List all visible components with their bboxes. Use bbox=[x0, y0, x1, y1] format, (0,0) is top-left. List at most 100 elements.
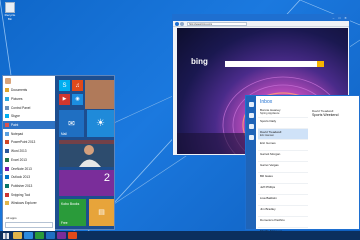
app-icon bbox=[5, 88, 9, 93]
start-app-item[interactable]: Outlook 2013 bbox=[3, 173, 55, 182]
tile-weather[interactable]: ☀ bbox=[87, 110, 114, 137]
tile-video[interactable]: ▶ bbox=[59, 94, 70, 105]
mail-sender: Bill Gates bbox=[260, 174, 273, 178]
sports-photo bbox=[59, 140, 114, 167]
mail-sender: Domenico Pacifico bbox=[260, 218, 285, 222]
start-app-item[interactable]: Skype bbox=[3, 112, 55, 121]
store-caption: Free bbox=[61, 221, 68, 225]
app-icon bbox=[5, 123, 9, 128]
windows-logo-icon bbox=[3, 232, 9, 239]
start-app-label: Outlook 2013 bbox=[11, 175, 30, 180]
start-app-item[interactable]: Word 2013 bbox=[3, 147, 55, 156]
start-app-label: Control Panel bbox=[11, 105, 31, 110]
app-icon bbox=[5, 149, 9, 154]
start-app-item[interactable]: Control Panel bbox=[3, 103, 55, 112]
mail-preview: Eric Hansen bbox=[260, 134, 275, 137]
book-icon: ▤ bbox=[98, 209, 105, 216]
bing-search-button[interactable] bbox=[317, 61, 324, 67]
mail-sender: Jim Bradley bbox=[260, 207, 276, 211]
url-input[interactable]: http://www.bing.com bbox=[187, 21, 247, 26]
mail-app-window[interactable]: Inbox Bonnie Heaney Spring Appliance Sport… bbox=[245, 95, 360, 239]
mail-sender: Lisa Baldwin bbox=[260, 196, 277, 200]
tile-mail[interactable]: ✉ Mail bbox=[59, 110, 84, 137]
bing-search-input[interactable] bbox=[225, 61, 317, 67]
mail-list-item[interactable]: Domenico Pacifico bbox=[258, 217, 308, 228]
back-icon[interactable] bbox=[175, 21, 179, 26]
tile-photos[interactable]: ◉ bbox=[72, 94, 83, 105]
tile-books[interactable]: ▤ bbox=[89, 199, 114, 226]
store-app-text: Kobo Books bbox=[61, 202, 80, 206]
start-app-item[interactable]: Documents bbox=[3, 86, 55, 95]
mail-reading-pane: David Treadwell Sports Weekend bbox=[310, 107, 359, 227]
calendar-number: 2 bbox=[103, 172, 110, 184]
mail-list-item[interactable]: Jeff Phillips bbox=[258, 184, 308, 195]
taskbar-store[interactable] bbox=[35, 232, 44, 239]
tile-calendar[interactable]: 2 bbox=[59, 170, 114, 196]
start-app-item[interactable]: PowerPoint 2013 bbox=[3, 138, 55, 147]
all-apps-link[interactable]: All apps bbox=[6, 216, 17, 220]
mail-folder-title: Inbox bbox=[260, 99, 273, 105]
mail-icon[interactable] bbox=[248, 102, 254, 107]
start-search-input[interactable] bbox=[5, 222, 53, 228]
app-icon bbox=[5, 105, 9, 110]
mail-list-item[interactable]: Garrett Morgan bbox=[258, 151, 308, 162]
start-app-label: OneNote 2013 bbox=[11, 166, 32, 171]
mail-list-item[interactable]: Eric Gomes bbox=[258, 140, 308, 151]
start-app-label: Excel 2013 bbox=[11, 157, 27, 162]
start-app-item[interactable]: OneNote 2013 bbox=[3, 164, 55, 173]
camera-icon: ◉ bbox=[75, 96, 80, 102]
app-icon bbox=[5, 131, 9, 136]
tile-people[interactable] bbox=[85, 80, 114, 109]
headphones-icon: ♫ bbox=[75, 82, 80, 89]
start-app-item[interactable]: Paint bbox=[3, 120, 55, 130]
start-app-item[interactable]: Pictures bbox=[3, 95, 55, 104]
start-menu: Documents Pictures Control Panel Skype Paint… bbox=[2, 75, 115, 231]
maximize-icon[interactable]: □ bbox=[337, 16, 342, 20]
tile-sports[interactable] bbox=[59, 140, 114, 167]
bing-logo: bing bbox=[191, 57, 208, 66]
start-button[interactable] bbox=[1, 232, 11, 239]
app-icon bbox=[5, 192, 9, 197]
mail-list-item[interactable]: Garret Vargas bbox=[258, 162, 308, 173]
start-app-item[interactable]: Snipping Tool bbox=[3, 190, 55, 199]
start-app-list: Documents Pictures Control Panel Skype Paint… bbox=[3, 76, 55, 231]
mail-list-item[interactable]: David Treadwell Eric Hansen bbox=[258, 129, 308, 140]
app-icon bbox=[5, 157, 9, 162]
mail-list-item[interactable]: Bonnie Heaney Spring Appliance bbox=[258, 107, 308, 118]
user-account[interactable] bbox=[3, 76, 55, 86]
recycle-bin-icon[interactable]: Recycle Bin bbox=[3, 2, 17, 21]
tile-music[interactable]: ♫ bbox=[72, 80, 83, 91]
close-icon[interactable]: ✕ bbox=[343, 16, 348, 20]
taskbar-mail[interactable] bbox=[46, 232, 55, 239]
tile-mail-label: Mail bbox=[61, 132, 67, 136]
mail-sender: Eric Gomes bbox=[260, 141, 276, 145]
taskbar-explorer[interactable] bbox=[13, 232, 22, 239]
play-icon: ▶ bbox=[62, 96, 67, 102]
mail-list-item[interactable]: Lisa Baldwin bbox=[258, 195, 308, 206]
start-app-label: Word 2013 bbox=[11, 149, 27, 154]
taskbar-ie[interactable] bbox=[24, 232, 33, 239]
mail-list-item[interactable]: Jim Bradley bbox=[258, 206, 308, 217]
taskbar bbox=[0, 231, 360, 240]
folder-icon[interactable] bbox=[248, 113, 254, 118]
forward-icon[interactable] bbox=[180, 21, 184, 26]
mail-list-item[interactable]: Bill Gates bbox=[258, 173, 308, 184]
app-icon bbox=[5, 183, 9, 188]
tile-store[interactable]: Kobo Books Free bbox=[59, 199, 86, 226]
mail-list-item[interactable]: Sports Daily bbox=[258, 118, 308, 129]
minimize-icon[interactable]: – bbox=[331, 16, 336, 20]
app-items: Documents Pictures Control Panel Skype Paint… bbox=[3, 86, 55, 208]
start-app-item[interactable]: Windows Explorer bbox=[3, 199, 55, 208]
taskbar-photos[interactable] bbox=[57, 232, 66, 239]
tile-skype[interactable]: S bbox=[59, 80, 70, 91]
start-app-item[interactable]: Notepad bbox=[3, 129, 55, 138]
start-app-label: Publisher 2013 bbox=[11, 183, 33, 188]
taskbar-music[interactable] bbox=[68, 232, 77, 239]
settings-icon[interactable] bbox=[248, 135, 254, 140]
people-icon[interactable] bbox=[248, 124, 254, 129]
start-app-item[interactable]: Excel 2013 bbox=[3, 156, 55, 165]
app-icon bbox=[5, 201, 9, 206]
start-app-item[interactable]: Publisher 2013 bbox=[3, 182, 55, 191]
app-icon bbox=[5, 140, 9, 145]
mail-message-list: Bonnie Heaney Spring Appliance Sports Dail… bbox=[258, 107, 308, 239]
